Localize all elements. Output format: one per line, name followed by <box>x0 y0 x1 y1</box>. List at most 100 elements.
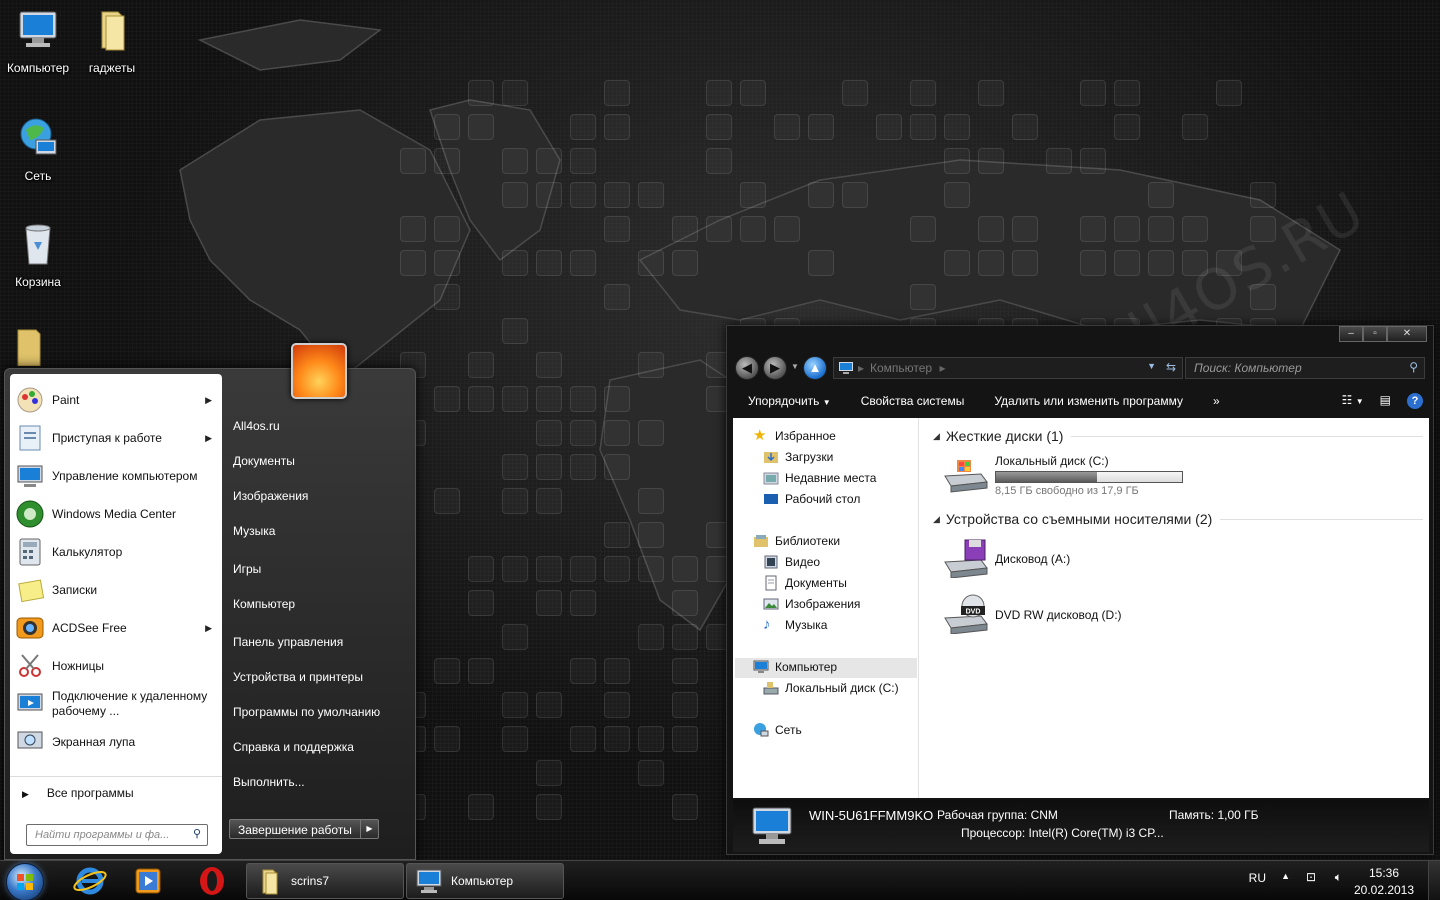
desktop-icon-recycle-bin[interactable]: Корзина <box>0 220 76 289</box>
clock[interactable]: 15:36 20.02.2013 <box>1352 866 1416 897</box>
nav-documents[interactable]: Документы <box>763 575 847 591</box>
address-bar[interactable]: ▸ Компьютер ▸ ▼ ⇆ <box>833 357 1183 379</box>
system-properties-button[interactable]: Свойства системы <box>846 394 980 408</box>
group-header-removable[interactable]: ◢ Устройства со съемными носителями (2) <box>933 511 1423 527</box>
start-item-calculator[interactable]: Калькулятор <box>14 534 220 570</box>
folder-icon[interactable] <box>14 326 50 366</box>
preview-pane-icon[interactable]: ▤ <box>1380 393 1391 409</box>
start-right-documents[interactable]: Документы <box>233 454 295 468</box>
internet-explorer-icon[interactable] <box>72 865 108 897</box>
wallpaper-tile <box>570 658 596 684</box>
all-programs-button[interactable]: ▶ Все программы <box>22 786 134 800</box>
triangle-right-icon: ▶ <box>22 789 29 799</box>
address-dropdown-icon[interactable]: ▼ <box>1147 361 1156 371</box>
wallpaper-tile <box>502 726 528 752</box>
group-header-hard-disks[interactable]: ◢ Жесткие диски (1) <box>933 428 1423 444</box>
show-hidden-icons-icon[interactable]: ▲ <box>1281 871 1290 881</box>
nav-downloads[interactable]: Загрузки <box>763 449 833 465</box>
nav-recent-places[interactable]: Недавние места <box>763 470 876 486</box>
workgroup: Рабочая группа: CNM <box>937 808 1058 822</box>
wallpaper-tile <box>1080 148 1106 174</box>
volume-icon[interactable]: 🔈︎ <box>1335 870 1342 885</box>
start-item-computer-management[interactable]: Управление компьютером <box>14 458 220 494</box>
start-item-magnifier[interactable]: Экранная лупа <box>14 724 220 760</box>
forward-button[interactable]: ▶ <box>763 356 787 380</box>
start-item-paint[interactable]: Paint ▶ <box>14 382 220 418</box>
organize-button[interactable]: Упорядочить ▼ <box>733 394 846 408</box>
start-right-computer[interactable]: Компьютер <box>233 597 295 611</box>
wallpaper-tile <box>1080 216 1106 242</box>
wallpaper-tile <box>944 148 970 174</box>
wallpaper-tile <box>502 182 528 208</box>
nav-desktop[interactable]: Рабочий стол <box>763 491 860 507</box>
close-button[interactable]: ✕ <box>1387 326 1427 342</box>
nav-pictures[interactable]: Изображения <box>763 596 860 612</box>
taskbar-button-computer[interactable]: Компьютер <box>406 863 564 899</box>
start-right-control-panel[interactable]: Панель управления <box>233 635 343 649</box>
language-indicator[interactable]: RU <box>1249 871 1266 885</box>
maximize-button[interactable]: ▫ <box>1363 326 1387 342</box>
nav-computer[interactable]: Компьютер <box>753 659 837 675</box>
recent-pages-dropdown-icon[interactable]: ▼ <box>791 362 799 371</box>
shutdown-button[interactable]: Завершение работы <box>229 819 361 839</box>
taskbar-button-scrins7[interactable]: scrins7 <box>246 863 404 899</box>
desktop-icon-gadgets[interactable]: гаджеты <box>74 6 150 75</box>
wallpaper-tile <box>672 794 698 820</box>
help-icon[interactable]: ? <box>1407 393 1423 409</box>
view-options-icon[interactable]: ☷ ▼ <box>1342 393 1364 409</box>
start-button[interactable] <box>6 863 44 900</box>
desktop-icon <box>764 494 778 504</box>
minimize-button[interactable]: – <box>1339 326 1363 342</box>
start-item-sticky-notes[interactable]: Записки <box>14 572 220 608</box>
user-picture[interactable] <box>291 343 347 399</box>
start-item-media-center[interactable]: Windows Media Center <box>14 496 220 532</box>
wallpaper-tile <box>502 454 528 480</box>
wallpaper-tile <box>400 216 426 242</box>
uninstall-program-button[interactable]: Удалить или изменить программу <box>979 394 1198 408</box>
drive-a-floppy[interactable]: Дисковод (A:) <box>941 538 1070 578</box>
start-right-default-programs[interactable]: Программы по умолчанию <box>233 705 380 719</box>
start-right-games[interactable]: Игры <box>233 562 261 576</box>
wallpaper-tile <box>706 148 732 174</box>
start-item-acdsee[interactable]: ACDSee Free ▶ <box>14 610 220 646</box>
desktop-icon-computer[interactable]: Компьютер <box>0 6 76 75</box>
show-desktop-button[interactable] <box>1428 861 1440 900</box>
opera-icon[interactable] <box>194 865 230 897</box>
drive-c[interactable]: Локальный диск (C:) 8,15 ГБ свободно из … <box>941 454 1183 497</box>
start-item-remote-desktop[interactable]: Подключение к удаленному рабочему ... <box>14 686 220 722</box>
desktop-icon-network[interactable]: Сеть <box>0 114 76 183</box>
folder-icon <box>262 869 278 895</box>
search-input[interactable]: Поиск: Компьютер ⚲ <box>1185 357 1425 379</box>
start-right-music[interactable]: Музыка <box>233 524 275 538</box>
start-item-snipping-tool[interactable]: Ножницы <box>14 648 220 684</box>
wallpaper-tile <box>1148 250 1174 276</box>
wallpaper-tile <box>434 148 460 174</box>
start-right-run[interactable]: Выполнить... <box>233 775 305 789</box>
nav-libraries[interactable]: Библиотеки <box>753 533 840 549</box>
wallpaper-tile <box>1080 250 1106 276</box>
clock-time: 15:36 <box>1368 866 1400 880</box>
start-right-pictures[interactable]: Изображения <box>233 489 308 503</box>
nav-favorites[interactable]: ★ Избранное <box>753 428 836 444</box>
start-right-help-support[interactable]: Справка и поддержка <box>233 740 354 754</box>
wallpaper-tile <box>1012 216 1038 242</box>
more-commands-button[interactable]: » <box>1198 394 1235 408</box>
window-controls: – ▫ ✕ <box>1339 326 1427 342</box>
nav-video[interactable]: Видео <box>763 554 820 570</box>
start-right-devices-printers[interactable]: Устройства и принтеры <box>233 670 363 684</box>
drive-d-dvd[interactable]: DVD DVD RW дисковод (D:) <box>941 594 1122 634</box>
up-button[interactable]: ▲ <box>803 356 827 380</box>
computer-management-icon <box>17 465 43 487</box>
start-right-all4os[interactable]: All4os.ru <box>233 419 280 433</box>
nav-network[interactable]: Сеть <box>753 722 802 738</box>
nav-music[interactable]: ♪ Музыка <box>763 617 827 633</box>
start-search-input[interactable]: Найти программы и фа... ⚲ <box>26 824 208 846</box>
wallpaper-tile <box>502 556 528 582</box>
media-player-icon[interactable] <box>130 865 166 897</box>
refresh-icon[interactable]: ⇆ <box>1166 360 1176 374</box>
start-item-getting-started[interactable]: Приступая к работе ▶ <box>14 420 220 456</box>
nav-local-disk-c[interactable]: Локальный диск (C:) <box>763 680 899 696</box>
back-button[interactable]: ◀ <box>735 356 759 380</box>
shutdown-options-button[interactable]: ▶ <box>360 819 379 839</box>
network-tray-icon[interactable]: ⊡ <box>1306 870 1316 884</box>
